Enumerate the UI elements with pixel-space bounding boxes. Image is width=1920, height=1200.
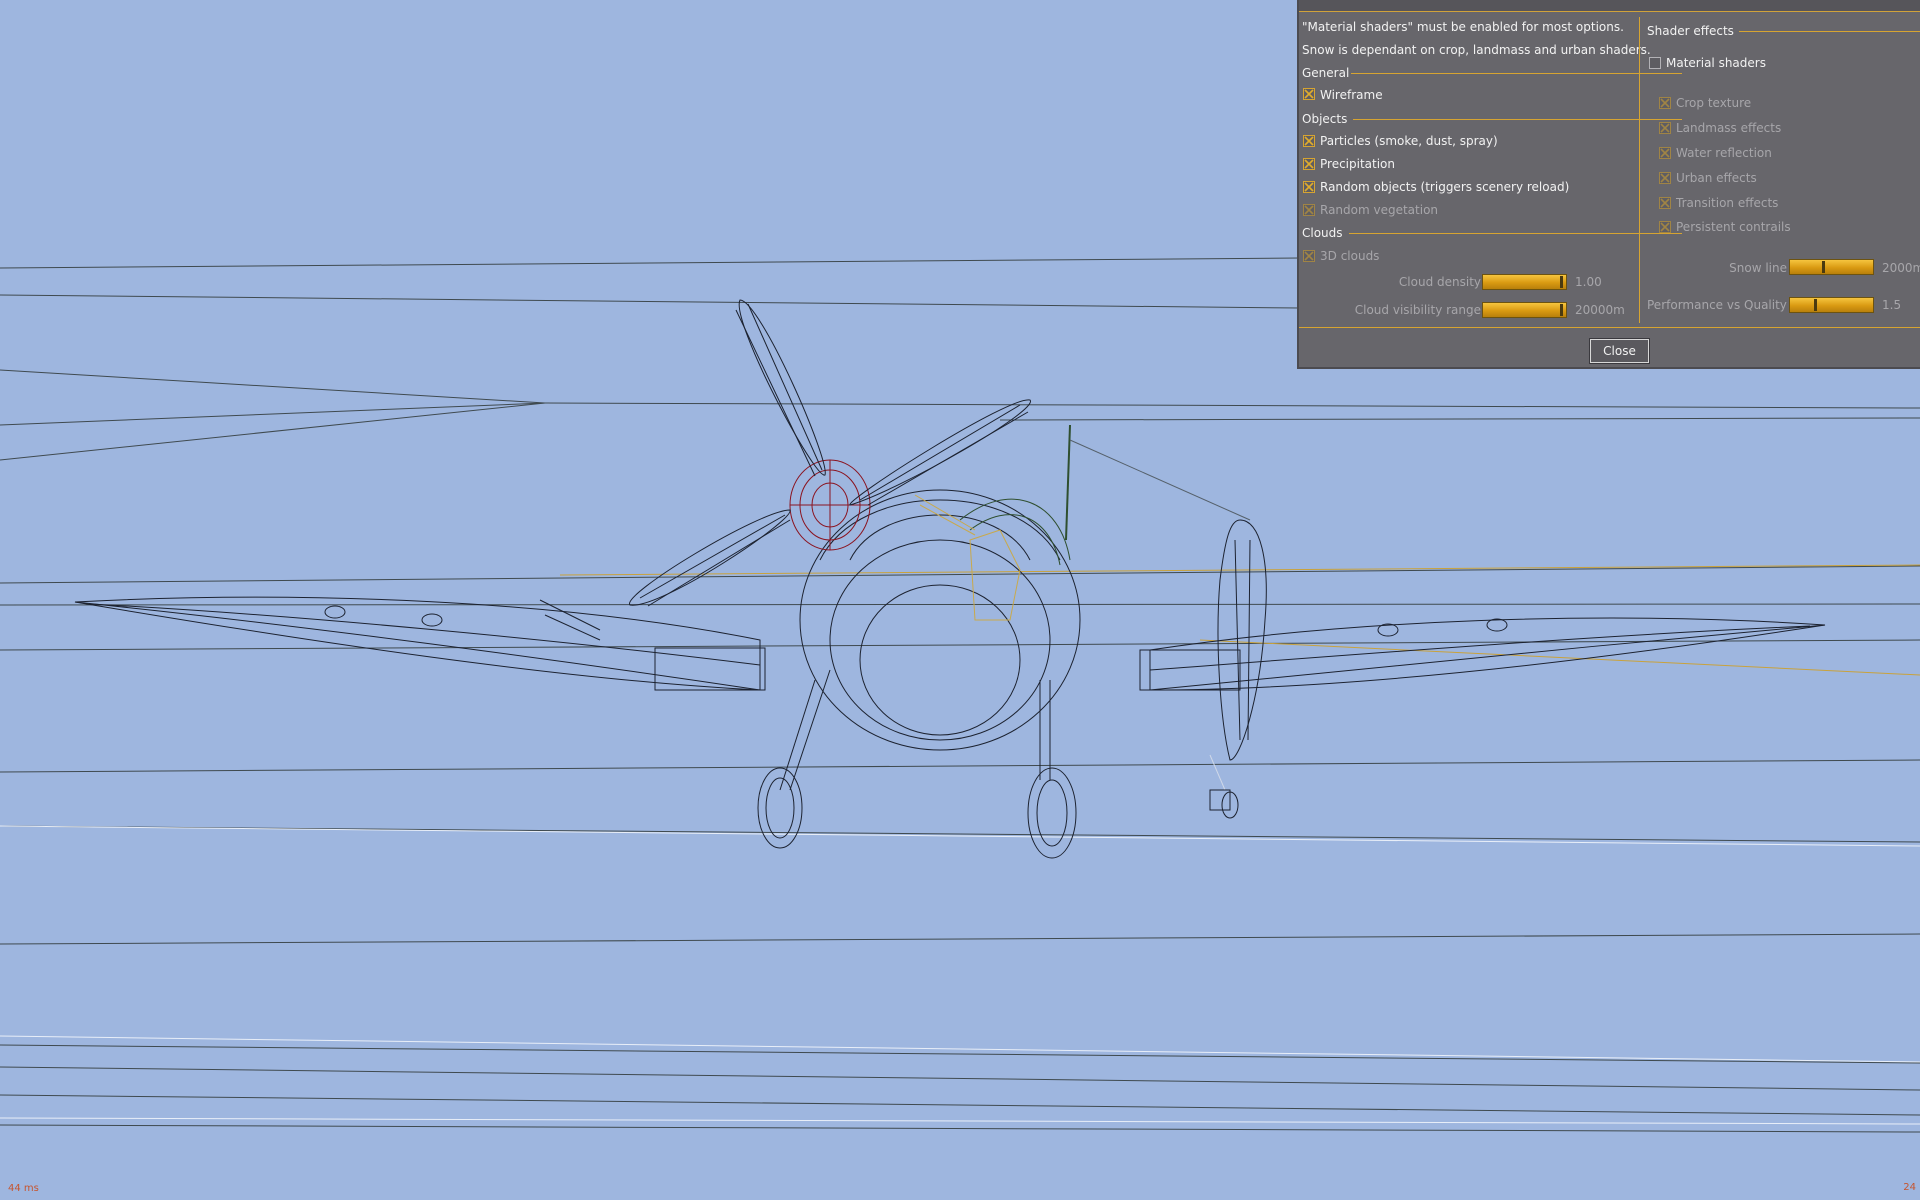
material-shaders-checkbox[interactable] <box>1649 57 1661 69</box>
persistent-contrails-label: Persistent contrails <box>1676 220 1791 234</box>
cloud-density-label: Cloud density <box>1398 275 1481 289</box>
dialog-title-bar[interactable] <box>1299 0 1920 12</box>
footer-divider <box>1299 327 1920 328</box>
landmass-effects-checkbox[interactable] <box>1659 122 1671 134</box>
snow-line-thumb[interactable] <box>1822 261 1825 273</box>
performance-quality-slider[interactable] <box>1789 297 1874 313</box>
cloud-density-value: 1.00 <box>1575 275 1602 289</box>
fps-counter: 24 <box>1903 1182 1916 1193</box>
transition-effects-checkbox[interactable] <box>1659 197 1671 209</box>
3d-clouds-label: 3D clouds <box>1320 249 1380 263</box>
close-button[interactable]: Close <box>1589 338 1650 364</box>
terrain-light-lines <box>0 825 1920 1125</box>
particles-checkbox[interactable] <box>1303 135 1315 147</box>
water-reflection-label: Water reflection <box>1676 146 1772 160</box>
cloud-visibility-label: Cloud visibility range <box>1354 303 1481 317</box>
material-shaders-note: "Material shaders" must be enabled for m… <box>1302 20 1624 34</box>
crop-texture-checkbox[interactable] <box>1659 97 1671 109</box>
transition-effects-label: Transition effects <box>1676 196 1779 210</box>
checkmark-x-icon <box>1660 198 1670 208</box>
cloud-visibility-value: 20000m <box>1575 303 1625 317</box>
checkmark-x-icon <box>1660 98 1670 108</box>
horizon-line-2 <box>1199 639 1920 676</box>
general-section-label: General <box>1302 66 1350 80</box>
horizon-line <box>559 564 1920 576</box>
checkmark-x-icon <box>1660 173 1670 183</box>
3d-clouds-checkbox[interactable] <box>1303 250 1315 262</box>
checkmark-x-icon <box>1660 148 1670 158</box>
persistent-contrails-checkbox[interactable] <box>1659 221 1671 233</box>
objects-section-divider <box>1353 119 1682 120</box>
snow-dependency-note: Snow is dependant on crop, landmass and … <box>1302 43 1651 57</box>
performance-quality-value: 1.5 <box>1882 298 1902 312</box>
precipitation-checkbox[interactable] <box>1303 158 1315 170</box>
clouds-section-divider <box>1349 233 1682 234</box>
material-shaders-label: Material shaders <box>1666 56 1766 70</box>
terrain-wire-lines <box>0 257 1920 1133</box>
wireframe-checkbox[interactable] <box>1303 88 1315 100</box>
performance-quality-label: Performance vs Quality <box>1647 298 1787 312</box>
cloud-density-thumb[interactable] <box>1560 276 1563 288</box>
urban-effects-checkbox[interactable] <box>1659 172 1671 184</box>
checkmark-x-icon <box>1660 123 1670 133</box>
snow-line-value: 2000m <box>1882 261 1920 275</box>
checkmark-x-icon <box>1304 251 1314 261</box>
column-separator <box>1639 17 1640 323</box>
frame-time-readout: 44 ms <box>8 1183 39 1194</box>
water-reflection-checkbox[interactable] <box>1659 147 1671 159</box>
rendering-options-dialog: "Material shaders" must be enabled for m… <box>1297 0 1920 369</box>
clouds-section-label: Clouds <box>1302 226 1343 240</box>
checkmark-x-icon <box>1304 159 1314 169</box>
cloud-visibility-slider[interactable] <box>1482 302 1567 318</box>
urban-effects-label: Urban effects <box>1676 171 1757 185</box>
random-objects-checkbox[interactable] <box>1303 181 1315 193</box>
shader-effects-divider <box>1739 31 1920 32</box>
snow-line-slider[interactable] <box>1789 259 1874 275</box>
random-objects-label: Random objects (triggers scenery reload) <box>1320 180 1570 194</box>
checkmark-x-icon <box>1304 205 1314 215</box>
crop-texture-label: Crop texture <box>1676 96 1752 110</box>
checkmark-x-icon <box>1660 222 1670 232</box>
random-vegetation-checkbox[interactable] <box>1303 204 1315 216</box>
aircraft-wireframe <box>74 299 1826 859</box>
general-section-divider <box>1351 73 1682 74</box>
wireframe-label: Wireframe <box>1320 88 1383 102</box>
checkmark-x-icon <box>1304 136 1314 146</box>
particles-label: Particles (smoke, dust, spray) <box>1320 134 1498 148</box>
checkmark-x-icon <box>1304 89 1314 99</box>
snow-line-label: Snow line <box>1729 261 1787 275</box>
cloud-visibility-thumb[interactable] <box>1560 304 1563 316</box>
objects-section-label: Objects <box>1302 112 1348 126</box>
checkmark-x-icon <box>1304 182 1314 192</box>
precipitation-label: Precipitation <box>1320 157 1396 171</box>
landmass-effects-label: Landmass effects <box>1676 121 1782 135</box>
shader-effects-section-label: Shader effects <box>1647 24 1734 38</box>
random-vegetation-label: Random vegetation <box>1320 203 1439 217</box>
performance-quality-thumb[interactable] <box>1814 299 1817 311</box>
cloud-density-slider[interactable] <box>1482 274 1567 290</box>
